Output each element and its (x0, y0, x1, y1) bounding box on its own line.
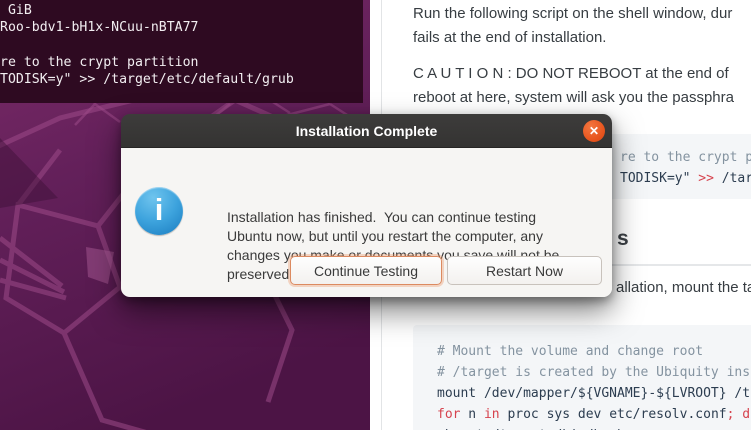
doc-caution-line: C A U T I O N : DO NOT REBOOT at the end… (413, 64, 729, 84)
desktop: GiB Roo-bdv1-bH1x-NCuu-nBTA77 re to the … (0, 0, 751, 430)
terminal-line (0, 36, 363, 53)
dialog-title: Installation Complete (121, 114, 612, 148)
close-icon: ✕ (589, 124, 599, 138)
restart-now-button[interactable]: Restart Now (447, 256, 602, 285)
code-line: mount /dev/mapper/${VGNAME}-${LVROOT} /t (437, 383, 751, 404)
info-icon-glyph: i (155, 192, 164, 227)
info-icon: i (135, 187, 183, 235)
dialog-body: i Installation has finished. You can con… (121, 148, 612, 297)
code-line: chroot /target /bin/bash (437, 425, 751, 430)
doc-paragraph-line: fails at the end of installation. (413, 28, 606, 48)
code-line: # Mount the volume and change root (437, 341, 751, 362)
installation-complete-dialog: Installation Complete ✕ i Installation h… (121, 114, 612, 297)
code-block-mount: # Mount the volume and change root# /tar… (413, 325, 751, 430)
code-line: # /target is created by the Ubiquity ins (437, 362, 751, 383)
dialog-titlebar[interactable]: Installation Complete ✕ (121, 114, 612, 148)
code-line: TODISK=y" >> /targ (620, 168, 751, 189)
close-button[interactable]: ✕ (583, 120, 605, 142)
dialog-message-line: Installation has finished. You can conti… (227, 208, 559, 227)
terminal-window[interactable]: GiB Roo-bdv1-bH1x-NCuu-nBTA77 re to the … (0, 0, 363, 103)
doc-caution-line: reboot at here, system will ask you the … (413, 88, 734, 108)
dialog-message-line: Ubuntu now, but until you restart the co… (227, 227, 559, 246)
code-line: re to the crypt pa (620, 147, 751, 168)
section-heading-fragment: s (617, 227, 629, 251)
terminal-line: GiB (0, 2, 363, 19)
terminal-line: Roo-bdv1-bH1x-NCuu-nBTA77 (0, 19, 363, 36)
code-line: for n in proc sys dev etc/resolv.conf; d (437, 404, 751, 425)
terminal-line: TODISK=y" >> /target/etc/default/grub (0, 71, 363, 88)
doc-paragraph-fragment: allation, mount the ta (616, 278, 751, 298)
terminal-line: re to the crypt partition (0, 54, 363, 71)
continue-testing-button[interactable]: Continue Testing (290, 256, 442, 285)
doc-paragraph-line: Run the following script on the shell wi… (413, 4, 732, 24)
